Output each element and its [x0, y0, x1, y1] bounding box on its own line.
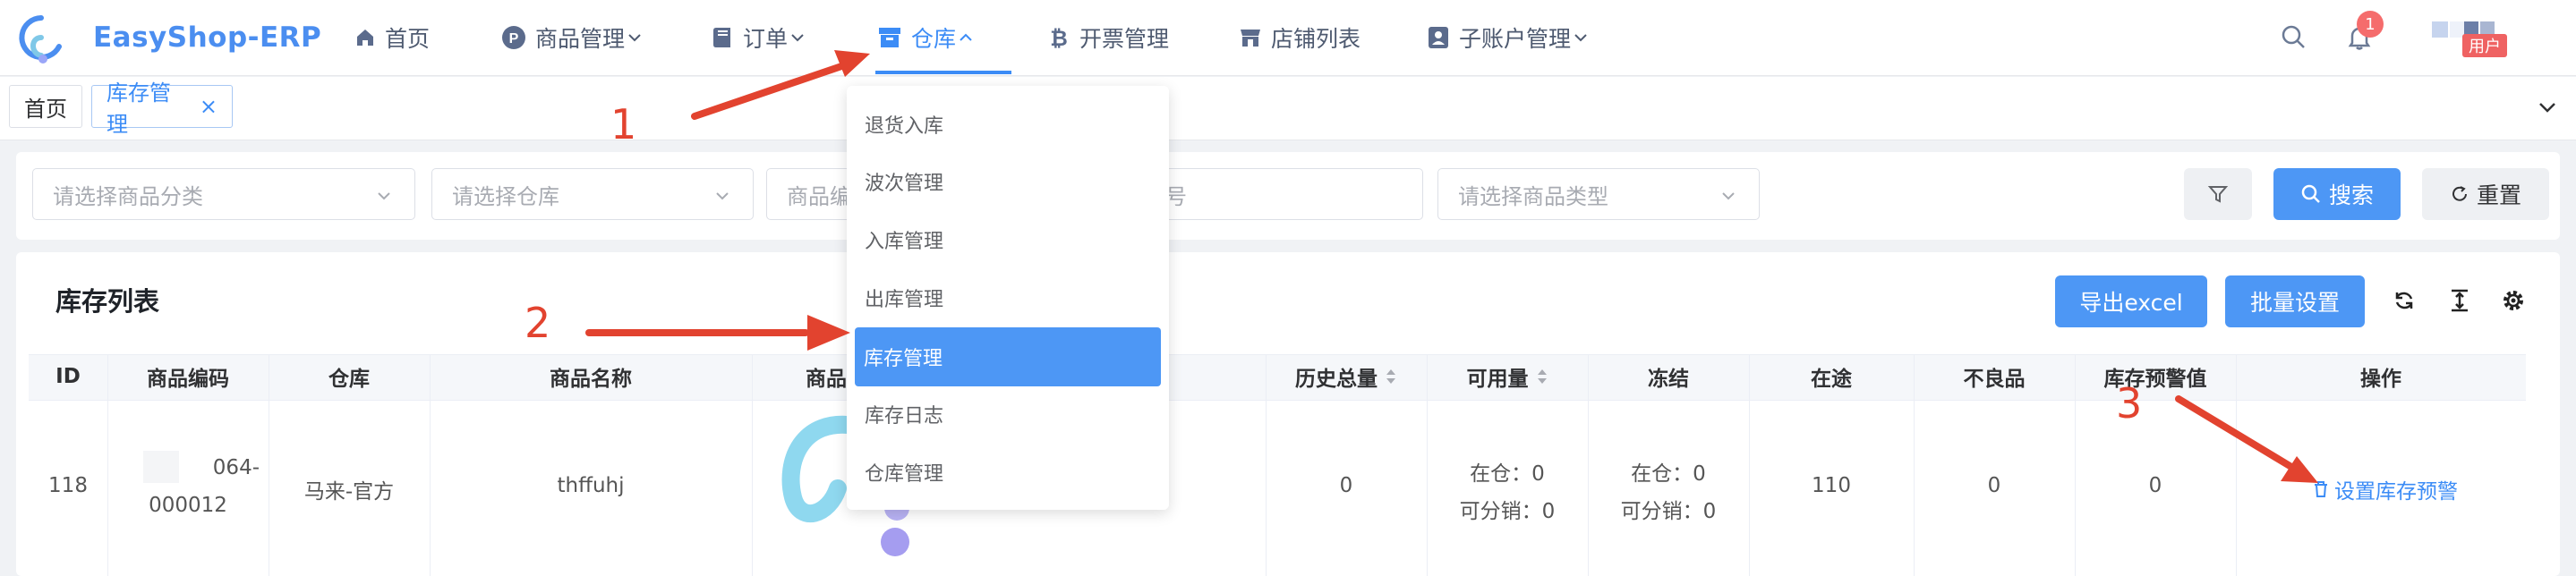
annotation-overlay	[585, 50, 2318, 483]
annotation-number-3: 3	[2116, 379, 2143, 428]
annotation-number-1: 1	[610, 100, 637, 148]
annotation-arrow-3	[2175, 395, 2295, 470]
annotation-arrowhead-1	[834, 50, 870, 77]
annotation-arrowhead-2	[807, 315, 850, 351]
annotation-arrow-1	[691, 59, 856, 120]
annotation-number-2: 2	[525, 299, 551, 347]
